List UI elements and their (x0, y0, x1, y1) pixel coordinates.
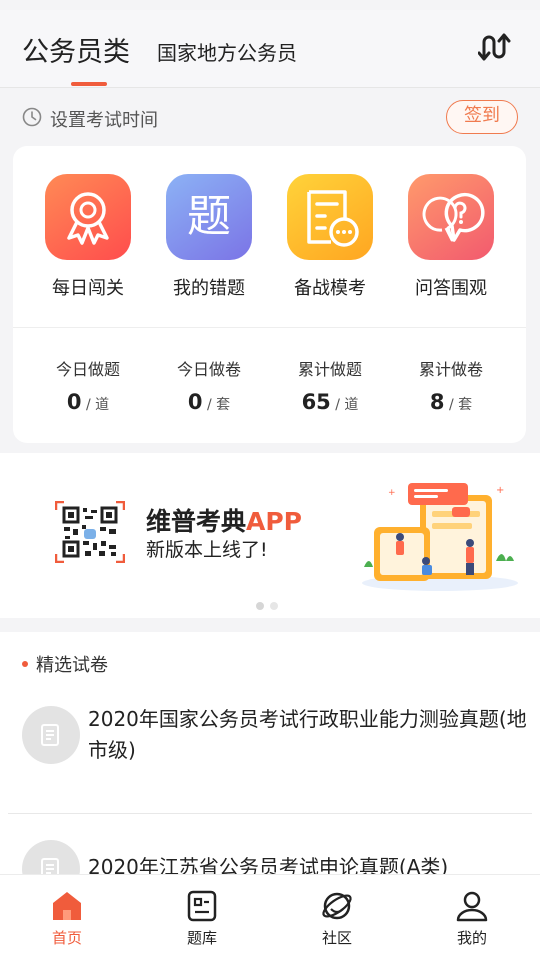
stat-value: 65 (301, 390, 331, 414)
stat-label: 今日做题 (55, 360, 120, 379)
active-tab-indicator (71, 82, 107, 86)
stat-today-papers: 今日做卷 0 / 套 (149, 356, 269, 414)
stat-unit: 道 (95, 397, 110, 413)
stat-total-papers: 累计做卷 8 / 套 (391, 356, 511, 414)
feature-mock-exam[interactable]: 备战模考 (275, 174, 385, 300)
paper-list-item[interactable]: 2020年国家公务员考试行政职业能力测验真题(地市级) (8, 698, 532, 814)
feature-label: 每日闯关 (52, 278, 124, 299)
carousel-indicator (256, 595, 284, 614)
stat-label: 累计做题 (297, 360, 362, 379)
feature-label: 备战模考 (294, 278, 366, 299)
phone-chat-illustration: + + (362, 483, 518, 591)
banner-title: 维普考典APP (146, 507, 303, 536)
document-icon (22, 706, 80, 764)
exam-time-row: 设置考试时间 签到 (0, 96, 540, 138)
section-title: 精选试卷 (36, 655, 108, 676)
stat-label: 今日做卷 (176, 360, 241, 379)
stat-value: 0 (66, 390, 82, 414)
set-exam-time-link[interactable]: 设置考试时间 (50, 106, 158, 132)
award-badge-icon (45, 174, 131, 260)
promo-banner[interactable]: 维普考典APP 新版本上线了! + + (0, 453, 540, 618)
tab-label: 我的 (456, 929, 487, 947)
stat-total-questions: 累计做题 65 / 道 (270, 356, 390, 414)
feature-label: 问答围观 (415, 278, 487, 299)
exam-sheet-icon (287, 174, 373, 260)
question-bubble-icon (408, 174, 494, 260)
feature-label: 我的错题 (173, 278, 245, 299)
carousel-dot[interactable] (256, 602, 264, 610)
tab-home[interactable]: 首页 (27, 889, 107, 948)
question-char-icon: 题 (166, 174, 252, 260)
stat-unit: 道 (344, 397, 359, 413)
svg-text:+: + (388, 488, 396, 498)
switch-category-icon[interactable] (478, 32, 514, 62)
feature-daily-challenge[interactable]: 每日闯关 (33, 174, 143, 300)
status-bar (0, 0, 540, 10)
qr-code-icon (55, 501, 125, 563)
stat-unit: 套 (216, 397, 231, 413)
banner-subtitle: 新版本上线了! (146, 539, 268, 561)
tab-profile[interactable]: 我的 (432, 889, 512, 948)
clock-icon (22, 107, 42, 127)
signin-button[interactable]: 签到 (446, 100, 518, 134)
tab-question-bank[interactable]: 题库 (162, 889, 242, 948)
carousel-dot[interactable] (270, 602, 278, 610)
tab-community[interactable]: 社区 (297, 889, 377, 948)
category-subtitle[interactable]: 国家地方公务员 (157, 37, 297, 66)
stat-value: 8 (429, 390, 445, 414)
feature-qa[interactable]: 问答围观 (396, 174, 506, 300)
tab-label: 社区 (321, 929, 352, 947)
planet-icon (322, 892, 352, 920)
home-icon (53, 892, 81, 920)
featured-papers-section: 精选试卷 2020年国家公务员考试行政职业能力测验真题(地市级) 2020年江苏… (0, 632, 540, 898)
tab-label: 首页 (51, 929, 82, 947)
paper-title: 2020年国家公务员考试行政职业能力测验真题(地市级) (88, 707, 527, 762)
svg-text:+: + (496, 485, 504, 496)
stat-label: 累计做卷 (418, 360, 483, 379)
icon-character: 题 (187, 191, 231, 242)
category-title[interactable]: 公务员类 (22, 30, 130, 69)
feature-wrong-questions[interactable]: 题 我的错题 (154, 174, 264, 300)
stat-value: 0 (187, 390, 203, 414)
question-bank-icon (187, 890, 217, 922)
paper-list-item[interactable]: 2020年江苏省公务员考试申论真题(A类) (8, 814, 532, 898)
stat-unit: 套 (458, 397, 473, 413)
feature-card: 每日闯关 题 我的错题 备战模考 问答围观 今日做题 0 / 道 今日做卷 0 … (13, 146, 526, 443)
section-marker (22, 661, 28, 667)
card-divider (13, 327, 526, 328)
bottom-tab-bar: 首页 题库 社区 我的 (0, 874, 540, 960)
tab-label: 题库 (186, 929, 217, 947)
stat-today-questions: 今日做题 0 / 道 (28, 356, 148, 414)
user-icon (456, 891, 488, 922)
top-header: 公务员类 国家地方公务员 (0, 10, 540, 88)
